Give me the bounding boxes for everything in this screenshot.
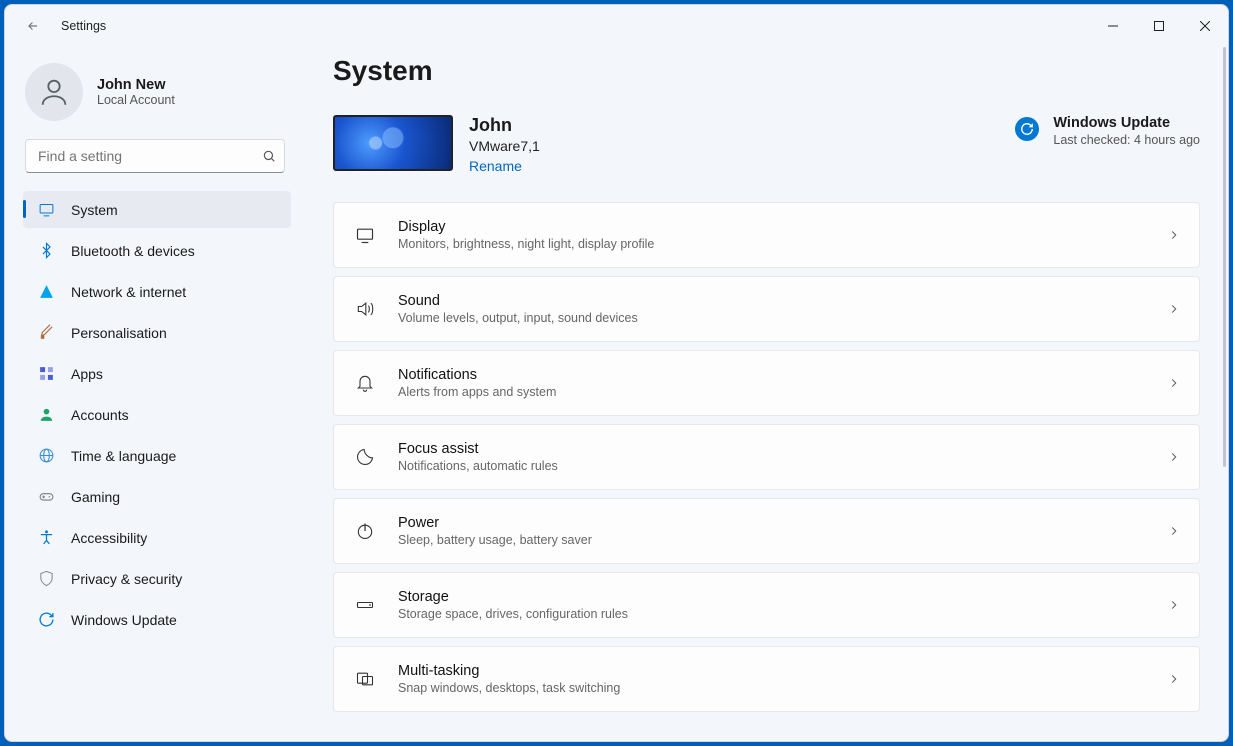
sidebar-item-label: Privacy & security [71, 571, 182, 587]
minimize-button[interactable] [1090, 10, 1136, 42]
profile-subtitle: Local Account [97, 93, 175, 107]
sidebar-item-label: Accessibility [71, 530, 147, 546]
profile-name: John New [97, 77, 175, 93]
sidebar-item-time[interactable]: Time & language [23, 437, 291, 474]
sound-icon [352, 299, 378, 319]
card-subtitle: Monitors, brightness, night light, displ… [398, 237, 1147, 251]
search-input[interactable] [36, 147, 254, 165]
multitask-icon [352, 669, 378, 689]
card-subtitle: Sleep, battery usage, battery saver [398, 533, 1147, 547]
storage-icon [352, 595, 378, 615]
sidebar-item-label: Personalisation [71, 325, 167, 341]
card-notifications[interactable]: Notifications Alerts from apps and system [333, 350, 1200, 416]
sidebar-item-privacy[interactable]: Privacy & security [23, 560, 291, 597]
card-title: Storage [398, 589, 1147, 605]
settings-cards: Display Monitors, brightness, night light… [333, 202, 1200, 712]
device-name: John [469, 115, 540, 136]
gamepad-icon [37, 488, 55, 506]
rename-link[interactable]: Rename [469, 158, 522, 174]
card-subtitle: Alerts from apps and system [398, 385, 1147, 399]
chevron-right-icon [1167, 302, 1181, 316]
device-row: John VMware7,1 Rename Windows Update Las… [333, 115, 1200, 174]
sidebar-item-update[interactable]: Windows Update [23, 601, 291, 638]
sidebar-item-apps[interactable]: Apps [23, 355, 291, 392]
card-multitask[interactable]: Multi-tasking Snap windows, desktops, tas… [333, 646, 1200, 712]
card-title: Multi-tasking [398, 663, 1147, 679]
sidebar-item-label: Accounts [71, 407, 129, 423]
search-input-wrapper[interactable] [25, 139, 285, 173]
windows-update-shortcut[interactable]: Windows Update Last checked: 4 hours ago [1015, 115, 1200, 147]
moon-icon [352, 447, 378, 467]
sync-icon [37, 611, 55, 629]
accessibility-icon [37, 529, 55, 547]
display-icon [352, 225, 378, 245]
back-button[interactable] [23, 16, 43, 36]
sidebar-item-label: Time & language [71, 448, 176, 464]
card-title: Sound [398, 293, 1147, 309]
person-icon [37, 406, 55, 424]
card-storage[interactable]: Storage Storage space, drives, configurat… [333, 572, 1200, 638]
titlebar: Settings [5, 5, 1228, 47]
bell-icon [352, 373, 378, 393]
chevron-right-icon [1167, 524, 1181, 538]
update-subtitle: Last checked: 4 hours ago [1053, 133, 1200, 147]
sidebar-item-personalisation[interactable]: Personalisation [23, 314, 291, 351]
shield-icon [37, 570, 55, 588]
card-power[interactable]: Power Sleep, battery usage, battery saver [333, 498, 1200, 564]
chevron-right-icon [1167, 598, 1181, 612]
bluetooth-icon [37, 242, 55, 260]
sidebar-item-label: Windows Update [71, 612, 177, 628]
card-subtitle: Snap windows, desktops, task switching [398, 681, 1147, 695]
main-content: System John VMware7,1 Rename Windows U [305, 47, 1228, 741]
page-title: System [333, 55, 1200, 87]
card-subtitle: Storage space, drives, configuration rul… [398, 607, 1147, 621]
sidebar-item-network[interactable]: Network & internet [23, 273, 291, 310]
close-button[interactable] [1182, 10, 1228, 42]
device-thumbnail [333, 115, 453, 171]
apps-icon [37, 365, 55, 383]
window-title: Settings [61, 19, 106, 33]
sidebar-item-accessibility[interactable]: Accessibility [23, 519, 291, 556]
chevron-right-icon [1167, 450, 1181, 464]
sidebar-item-label: Network & internet [71, 284, 186, 300]
sidebar-item-label: Apps [71, 366, 103, 382]
globe-icon [37, 447, 55, 465]
sidebar-item-accounts[interactable]: Accounts [23, 396, 291, 433]
display-icon [37, 201, 55, 219]
sidebar-item-system[interactable]: System [23, 191, 291, 228]
update-title: Windows Update [1053, 115, 1200, 131]
window-controls [1090, 10, 1228, 42]
sidebar: John New Local Account System Bluetooth &… [5, 47, 305, 741]
maximize-button[interactable] [1136, 10, 1182, 42]
chevron-right-icon [1167, 228, 1181, 242]
chevron-right-icon [1167, 376, 1181, 390]
card-focus[interactable]: Focus assist Notifications, automatic rul… [333, 424, 1200, 490]
sidebar-item-label: System [71, 202, 118, 218]
card-title: Power [398, 515, 1147, 531]
sidebar-item-bluetooth[interactable]: Bluetooth & devices [23, 232, 291, 269]
device-model: VMware7,1 [469, 138, 540, 154]
brush-icon [37, 324, 55, 342]
sidebar-item-label: Gaming [71, 489, 120, 505]
power-icon [352, 521, 378, 541]
settings-window: Settings John New [4, 4, 1229, 742]
scrollbar[interactable] [1223, 47, 1226, 467]
sidebar-nav: System Bluetooth & devices Network & inter… [5, 191, 305, 638]
card-display[interactable]: Display Monitors, brightness, night light… [333, 202, 1200, 268]
card-title: Display [398, 219, 1147, 235]
chevron-right-icon [1167, 672, 1181, 686]
sidebar-item-label: Bluetooth & devices [71, 243, 195, 259]
sync-icon [1015, 117, 1039, 141]
avatar [25, 63, 83, 121]
card-subtitle: Volume levels, output, input, sound devi… [398, 311, 1147, 325]
card-subtitle: Notifications, automatic rules [398, 459, 1147, 473]
card-sound[interactable]: Sound Volume levels, output, input, sound… [333, 276, 1200, 342]
card-title: Notifications [398, 367, 1147, 383]
wifi-icon [37, 283, 55, 301]
search-icon [262, 149, 276, 163]
sidebar-item-gaming[interactable]: Gaming [23, 478, 291, 515]
card-title: Focus assist [398, 441, 1147, 457]
profile-block[interactable]: John New Local Account [5, 57, 305, 139]
